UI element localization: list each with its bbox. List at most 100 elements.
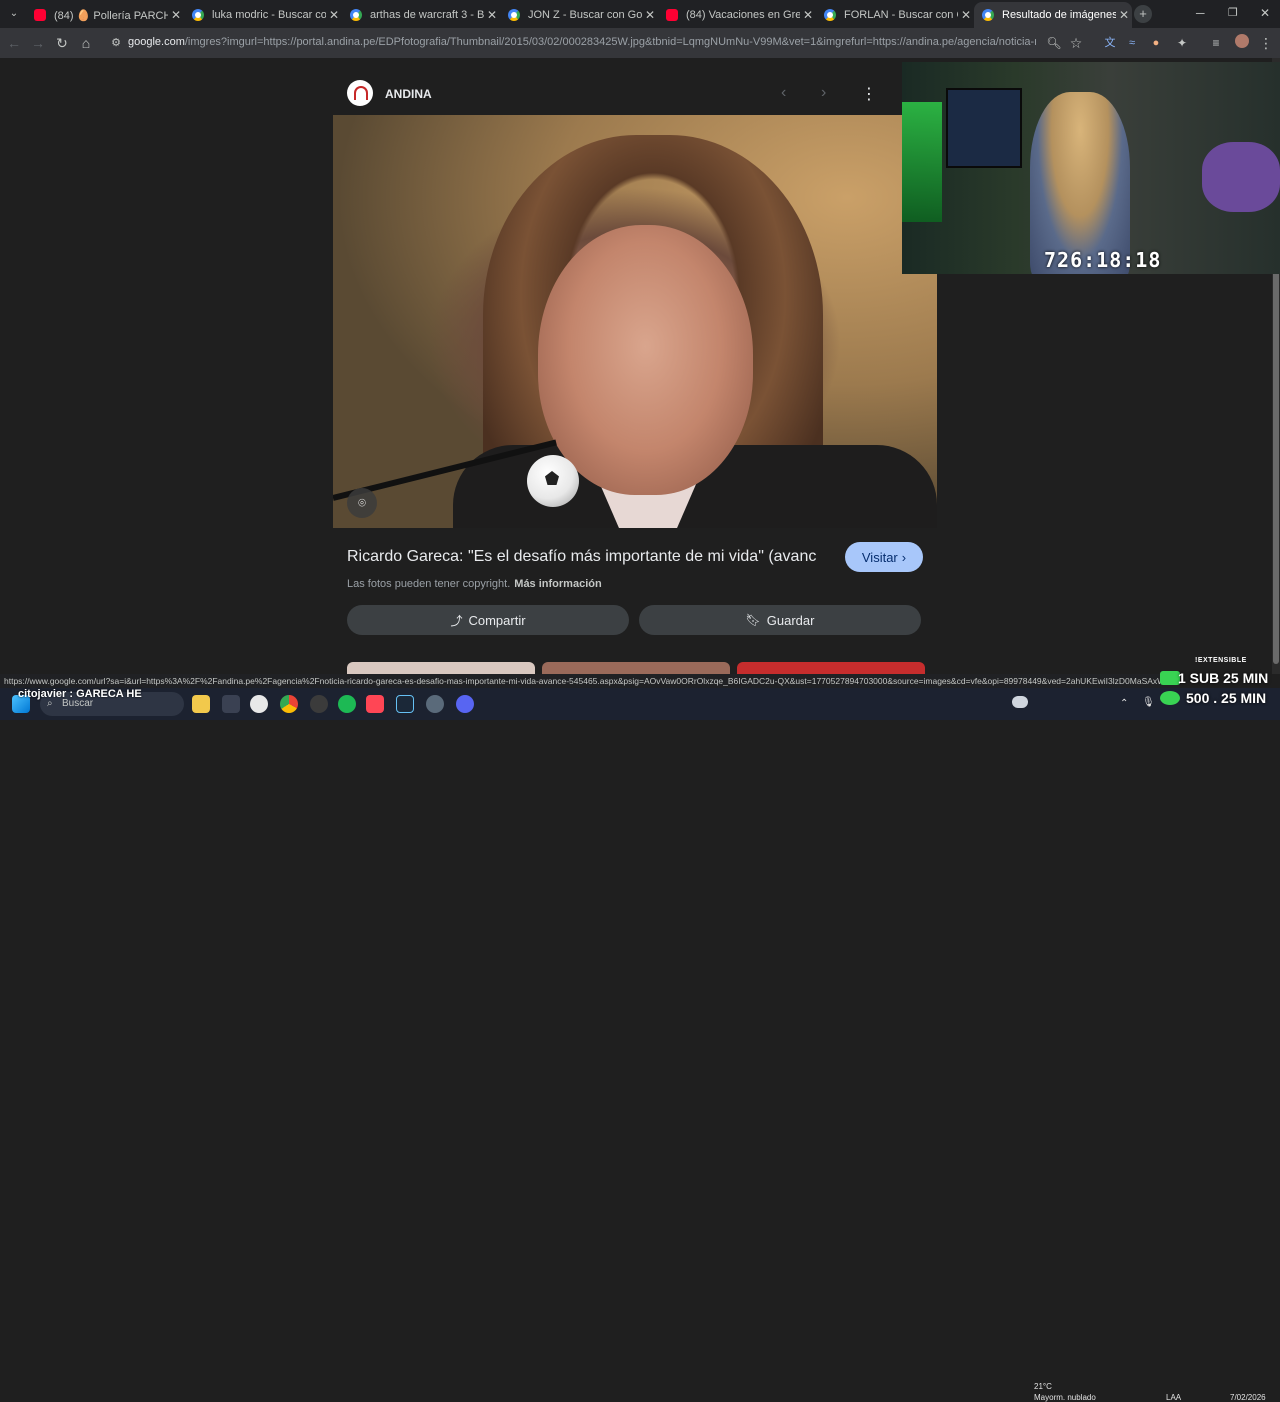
tab-title: (84) Vacaciones en Grecia - El b...: [686, 9, 800, 21]
tab-title: Resultado de imágenes de Google: [1002, 9, 1116, 21]
save-label: Guardar: [766, 612, 815, 628]
chrome-icon[interactable]: [280, 695, 298, 713]
image-title-link[interactable]: Ricardo Gareca: "Es el desafío más impor…: [347, 548, 817, 566]
home-icon[interactable]: ⌂: [76, 33, 96, 53]
media-controls-icon[interactable]: ≡: [1206, 33, 1226, 53]
tab-4[interactable]: (84) Vacaciones en Grecia - El b... ✕: [658, 2, 816, 28]
image-preview-panel: ANDINA ‹ › ⋮ ⌾ Ricardo Gareca: "Es el de…: [333, 58, 937, 674]
image-soccer-ball: [527, 455, 579, 507]
next-image-icon[interactable]: ›: [821, 84, 826, 102]
related-image-thumbnail[interactable]: [347, 662, 535, 674]
tab-title: JON Z - Buscar con Google: [528, 9, 642, 21]
visit-button[interactable]: Visitar ›: [845, 542, 923, 572]
steam-icon[interactable]: [396, 695, 414, 713]
close-icon[interactable]: ✕: [642, 8, 658, 22]
tab-title: arthas de warcraft 3 - Buscar con Google: [370, 9, 484, 21]
bits-badge-icon: [1160, 691, 1180, 705]
image-subject-face: [538, 225, 753, 495]
save-button[interactable]: 🔖︎ Guardar: [639, 605, 921, 635]
microphone-icon[interactable]: 🎙︎: [1142, 697, 1155, 708]
close-icon[interactable]: ✕: [800, 8, 816, 22]
webcam-plush-toy: [1202, 142, 1280, 212]
extensible-label: !EXTENSIBLE: [1195, 657, 1247, 664]
close-icon[interactable]: ✕: [326, 8, 342, 22]
settings-gear-icon[interactable]: [426, 695, 444, 713]
google-icon: [982, 9, 994, 21]
share-button[interactable]: ⤴ Compartir: [347, 605, 629, 635]
weather-temperature[interactable]: 21°C: [1034, 1382, 1052, 1391]
visit-label: Visitar: [861, 549, 898, 565]
scrollbar-thumb[interactable]: [1273, 268, 1279, 664]
related-image-thumbnail[interactable]: [542, 662, 730, 674]
more-options-icon[interactable]: ⋮: [861, 84, 877, 104]
more-info-link[interactable]: Más información: [514, 578, 601, 590]
stream-chat-overlay-text: citojavier : GARECA HE: [18, 688, 142, 700]
puzzle-extensions-icon[interactable]: ✦: [1172, 33, 1192, 53]
overwatch-icon[interactable]: [250, 695, 268, 713]
profile-avatar[interactable]: [1232, 33, 1252, 53]
tab-title: (84) 🥚 Pollería PARCH4 a Shu...: [54, 9, 168, 22]
spotify-icon[interactable]: [338, 695, 356, 713]
language-indicator[interactable]: LAA: [1166, 1393, 1181, 1402]
tab-6[interactable]: Resultado de imágenes de Google ✕: [974, 2, 1132, 28]
browser-toolbar: ← → ↻ ⌂ ⚙ google.com/imgres?imgurl=https…: [0, 28, 1280, 58]
url-host: google.com: [128, 36, 185, 48]
tab-5[interactable]: FORLAN - Buscar con Google ✕: [816, 2, 974, 28]
extension-icon[interactable]: ≈: [1122, 33, 1142, 53]
restore-icon[interactable]: ❐: [1228, 6, 1238, 19]
minimize-icon[interactable]: ─: [1196, 6, 1205, 20]
taskbar-date[interactable]: 7/02/2026: [1230, 1393, 1266, 1402]
tab-title: luka modric - Buscar con Google: [212, 9, 326, 21]
discord-icon[interactable]: [456, 695, 474, 713]
tab-strip: ⌄ (84) 🥚 Pollería PARCH4 a Shu... ✕ luka…: [0, 0, 1280, 28]
related-image-thumbnail[interactable]: [737, 662, 925, 674]
site-info-icon[interactable]: ⚙: [106, 33, 126, 53]
tab-2[interactable]: arthas de warcraft 3 - Buscar con Google…: [342, 2, 500, 28]
sub-badge-icon: [1160, 671, 1180, 685]
google-lens-icon[interactable]: ⌾: [347, 488, 377, 518]
previous-image-icon[interactable]: ‹: [781, 84, 786, 102]
chevron-up-icon[interactable]: ⌃: [1120, 698, 1128, 709]
obs-icon[interactable]: [310, 695, 328, 713]
share-label: Compartir: [468, 612, 526, 628]
webcam-green-light: [902, 102, 942, 222]
close-icon[interactable]: ✕: [1116, 8, 1132, 22]
zoom-icon[interactable]: 🔍︎: [1044, 33, 1064, 53]
sub-time-text: 1 SUB 25 MIN: [1178, 670, 1269, 686]
bookmark-star-icon[interactable]: ☆: [1066, 33, 1086, 53]
new-tab-button[interactable]: +: [1134, 5, 1152, 23]
weather-icon[interactable]: [1012, 696, 1028, 708]
task-view-icon[interactable]: [222, 695, 240, 713]
source-name[interactable]: ANDINA: [385, 87, 432, 101]
webcam-monitor: [946, 88, 1022, 168]
youtube-icon: [666, 9, 678, 21]
close-icon[interactable]: ✕: [168, 8, 184, 22]
reload-icon[interactable]: ↻: [52, 33, 72, 53]
address-bar[interactable]: google.com/imgres?imgurl=https://portal.…: [128, 36, 1036, 48]
bookmark-icon: 🔖︎: [745, 613, 761, 627]
copyright-notice: Las fotos pueden tener copyright. Más inf…: [347, 578, 602, 590]
google-icon: [508, 9, 520, 21]
tab-title: FORLAN - Buscar con Google: [844, 9, 958, 21]
preview-image[interactable]: ⌾: [333, 115, 937, 528]
google-icon: [192, 9, 204, 21]
tab-3[interactable]: JON Z - Buscar con Google ✕: [500, 2, 658, 28]
valorant-icon[interactable]: [366, 695, 384, 713]
back-icon[interactable]: ←: [4, 33, 24, 53]
google-icon: [350, 9, 362, 21]
menu-icon[interactable]: ⋮: [1256, 33, 1276, 53]
windows-taskbar: ⌕ Buscar 21°C Mayorm. nublado ⌃ 🎙︎ LAA 7…: [0, 688, 1280, 1402]
extension-icon[interactable]: ●: [1146, 33, 1166, 53]
andina-logo[interactable]: [347, 80, 373, 106]
window-close-icon[interactable]: ✕: [1260, 6, 1270, 20]
tab-1[interactable]: luka modric - Buscar con Google ✕: [184, 2, 342, 28]
tab-search-icon[interactable]: ⌄: [6, 6, 22, 22]
close-icon[interactable]: ✕: [484, 8, 500, 22]
weather-description[interactable]: Mayorm. nublado: [1034, 1393, 1096, 1402]
tab-0[interactable]: (84) 🥚 Pollería PARCH4 a Shu... ✕: [26, 2, 184, 28]
file-explorer-icon[interactable]: [192, 695, 210, 713]
stream-timer: 726:18:18: [1044, 248, 1162, 272]
forward-icon[interactable]: →: [28, 33, 48, 53]
close-icon[interactable]: ✕: [958, 8, 974, 22]
translate-icon[interactable]: 文: [1100, 33, 1120, 53]
